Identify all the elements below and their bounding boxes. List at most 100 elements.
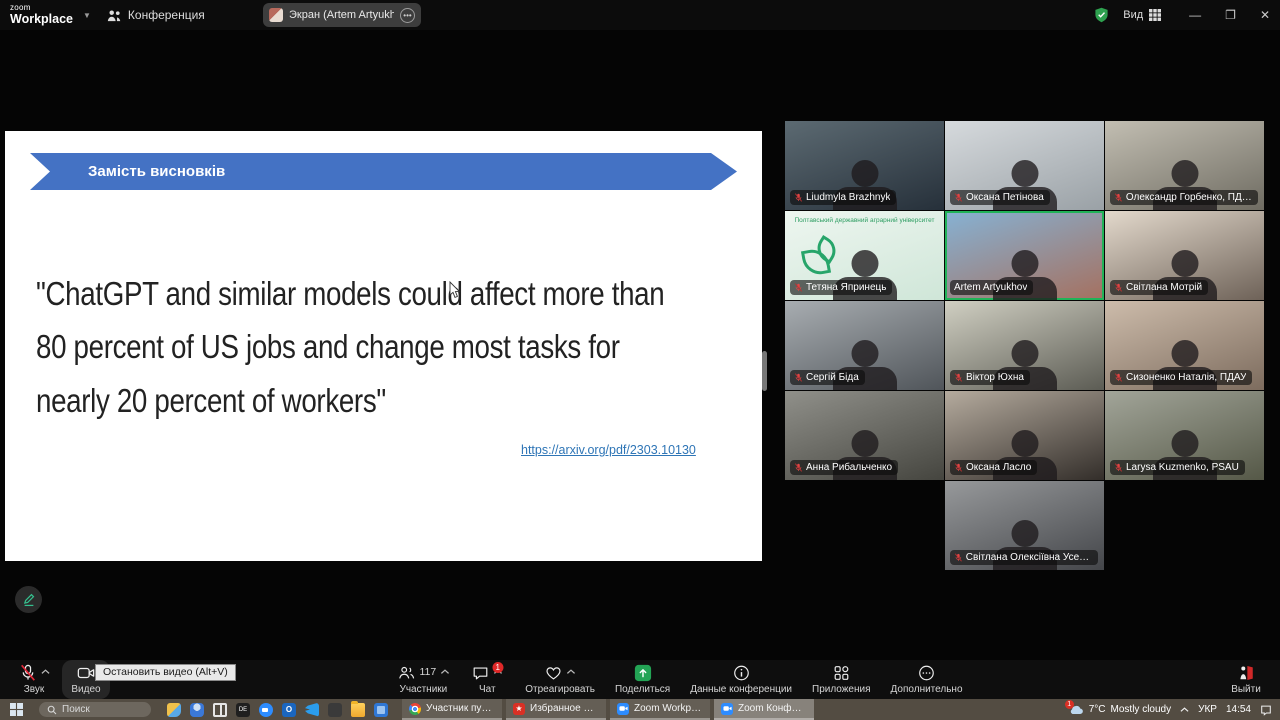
chevron-down-icon[interactable]: ▼ — [83, 11, 91, 20]
participants-chevron-icon[interactable] — [440, 669, 449, 675]
react-chevron-icon[interactable] — [567, 669, 576, 675]
zoom-meeting-window: zoom Workplace ▼ Конференция Экран (Arte… — [0, 0, 1280, 720]
participant-tile[interactable]: Олександр Горбенко, ПДАУ — [1105, 121, 1264, 210]
mic-muted-icon — [794, 463, 803, 472]
security-shield-icon[interactable] — [1094, 7, 1109, 23]
tab-screen-share[interactable]: Экран (Artem Artyukhov) ••• — [263, 3, 421, 27]
close-button[interactable]: ✕ — [1260, 8, 1270, 22]
zoom-app-icon — [617, 702, 629, 715]
contact-app-icon[interactable] — [190, 702, 204, 717]
vscode-icon[interactable] — [305, 702, 319, 717]
camera-icon — [77, 667, 95, 679]
tab-more-icon[interactable]: ••• — [400, 7, 415, 23]
share-screen-button[interactable]: Поделиться — [609, 660, 676, 699]
taskbar-window-zoom-meeting[interactable]: Zoom Конференция — [714, 699, 814, 720]
widgets-icon[interactable] — [167, 702, 181, 717]
title-bar: zoom Workplace ▼ Конференция Экран (Arte… — [0, 0, 1280, 30]
participant-tile[interactable]: Анна Рибальченко — [785, 391, 944, 480]
maximize-button[interactable]: ❐ — [1225, 8, 1236, 22]
video-editor-icon[interactable] — [213, 702, 227, 717]
info-icon — [733, 665, 749, 681]
participant-tile[interactable]: Віктор Юхна — [945, 301, 1104, 390]
taskbar-window-favorites[interactable]: ★ Избранное – (1208) — [506, 699, 606, 720]
participant-tile[interactable]: Тетяна Япринець Полтавський державний аг… — [785, 211, 944, 300]
mic-muted-icon — [954, 193, 963, 202]
quote-line-2: 80 percent of US jobs and change most ta… — [36, 328, 620, 366]
participant-name: Віктор Юхна — [966, 372, 1024, 383]
participant-name: Оксана Петінова — [966, 192, 1044, 203]
app-icon[interactable] — [328, 702, 342, 717]
audio-button[interactable]: Звук — [10, 660, 58, 699]
participant-tile[interactable]: Artem Artyukhov — [945, 211, 1104, 300]
window-title: Избранное – (1208) — [530, 703, 599, 714]
participant-tile[interactable]: Оксана Петінова — [945, 121, 1104, 210]
participant-tile[interactable]: Світлана Мотрій — [1105, 211, 1264, 300]
outlook-icon[interactable]: O — [282, 702, 296, 717]
slide-banner-title: Замість висновків — [88, 163, 226, 180]
participant-tile[interactable]: Оксана Ласло — [945, 391, 1104, 480]
mic-muted-icon — [20, 664, 35, 681]
panel-resize-handle[interactable] — [762, 351, 767, 391]
video-label: Видео — [71, 684, 101, 695]
more-icon — [919, 665, 934, 681]
chat-button[interactable]: 1 Чат — [463, 660, 511, 699]
taskbar-window-browser[interactable]: Участник публикаци... — [402, 699, 502, 720]
participant-name-label: Тетяна Япринець — [790, 280, 893, 295]
participant-tile[interactable]: Liudmyla Brazhnyk — [785, 121, 944, 210]
tab-conference[interactable]: Конференция — [107, 8, 205, 22]
tray-chevron-icon[interactable] — [1180, 706, 1189, 713]
zoom-app-icon — [721, 702, 733, 715]
university-leaf-logo — [801, 239, 839, 275]
participant-name-label: Сергій Біда — [790, 370, 865, 385]
chrome-icon — [409, 702, 421, 715]
camera-app-icon[interactable] — [259, 702, 273, 717]
participant-name: Світлана Мотрій — [1126, 282, 1203, 293]
participants-label: Участники — [399, 684, 448, 695]
participants-count: 117 — [419, 666, 437, 678]
participant-tile[interactable]: Larysa Kuzmenko, PSAU — [1105, 391, 1264, 480]
view-button[interactable]: Вид — [1123, 9, 1162, 21]
tab-conference-label: Конференция — [127, 8, 205, 22]
annotate-button[interactable] — [15, 586, 42, 613]
more-button[interactable]: Дополнительно — [885, 660, 969, 699]
audio-options-chevron-icon[interactable] — [40, 669, 50, 675]
minimize-button[interactable]: — — [1189, 8, 1201, 22]
participant-name-label: Оксана Ласло — [950, 460, 1038, 475]
view-label: Вид — [1123, 9, 1144, 21]
participant-name: Сергій Біда — [806, 372, 859, 383]
participant-tile[interactable]: Сергій Біда — [785, 301, 944, 390]
participant-name: Liudmyla Brazhnyk — [806, 192, 891, 203]
participants-icon — [399, 666, 415, 679]
action-center-icon[interactable] — [1260, 704, 1272, 716]
share-screen-icon — [634, 664, 651, 682]
participant-name: Оксана Ласло — [966, 462, 1032, 473]
start-button[interactable] — [10, 703, 23, 716]
code-app-icon[interactable]: DE — [236, 702, 250, 717]
participant-tile[interactable]: Світлана Олексіївна Усенко — [945, 481, 1104, 570]
chat-label: Чат — [478, 684, 496, 695]
language-indicator[interactable]: УКР — [1198, 704, 1217, 715]
taskbar-search[interactable]: Поиск — [39, 702, 151, 717]
react-button[interactable]: Отреагировать — [519, 660, 601, 699]
mouse-cursor — [449, 280, 461, 304]
photos-app-icon[interactable] — [374, 702, 388, 717]
apps-button[interactable]: Приложения — [806, 660, 877, 699]
chat-unread-badge: 1 — [492, 662, 504, 673]
clock[interactable]: 14:54 — [1226, 704, 1251, 715]
shared-screen-slide: Замість висновків "ChatGPT and similar m… — [5, 131, 762, 561]
stop-video-tooltip: Остановить видео (Alt+V) — [95, 664, 236, 681]
leave-button[interactable]: Выйти — [1222, 660, 1270, 699]
window-title: Zoom Workplace — [634, 703, 703, 714]
taskbar-window-zoom-workplace[interactable]: Zoom Workplace — [610, 699, 710, 720]
participant-name-label: Анна Рибальченко — [790, 460, 899, 475]
participant-name: Сизоненко Наталія, ПДАУ — [1126, 372, 1247, 383]
apps-label: Приложения — [812, 684, 871, 695]
participants-button[interactable]: 117 Участники — [391, 660, 455, 699]
weather-alert-badge: 1 — [1064, 700, 1074, 709]
heart-icon — [546, 667, 561, 680]
participant-tile[interactable]: Сизоненко Наталія, ПДАУ — [1105, 301, 1264, 390]
file-explorer-icon[interactable] — [351, 700, 365, 717]
meeting-info-button[interactable]: Данные конференции — [684, 660, 798, 699]
grid-view-icon — [1149, 9, 1162, 21]
weather-widget[interactable]: 1 7°C Mostly cloudy — [1064, 700, 1171, 715]
